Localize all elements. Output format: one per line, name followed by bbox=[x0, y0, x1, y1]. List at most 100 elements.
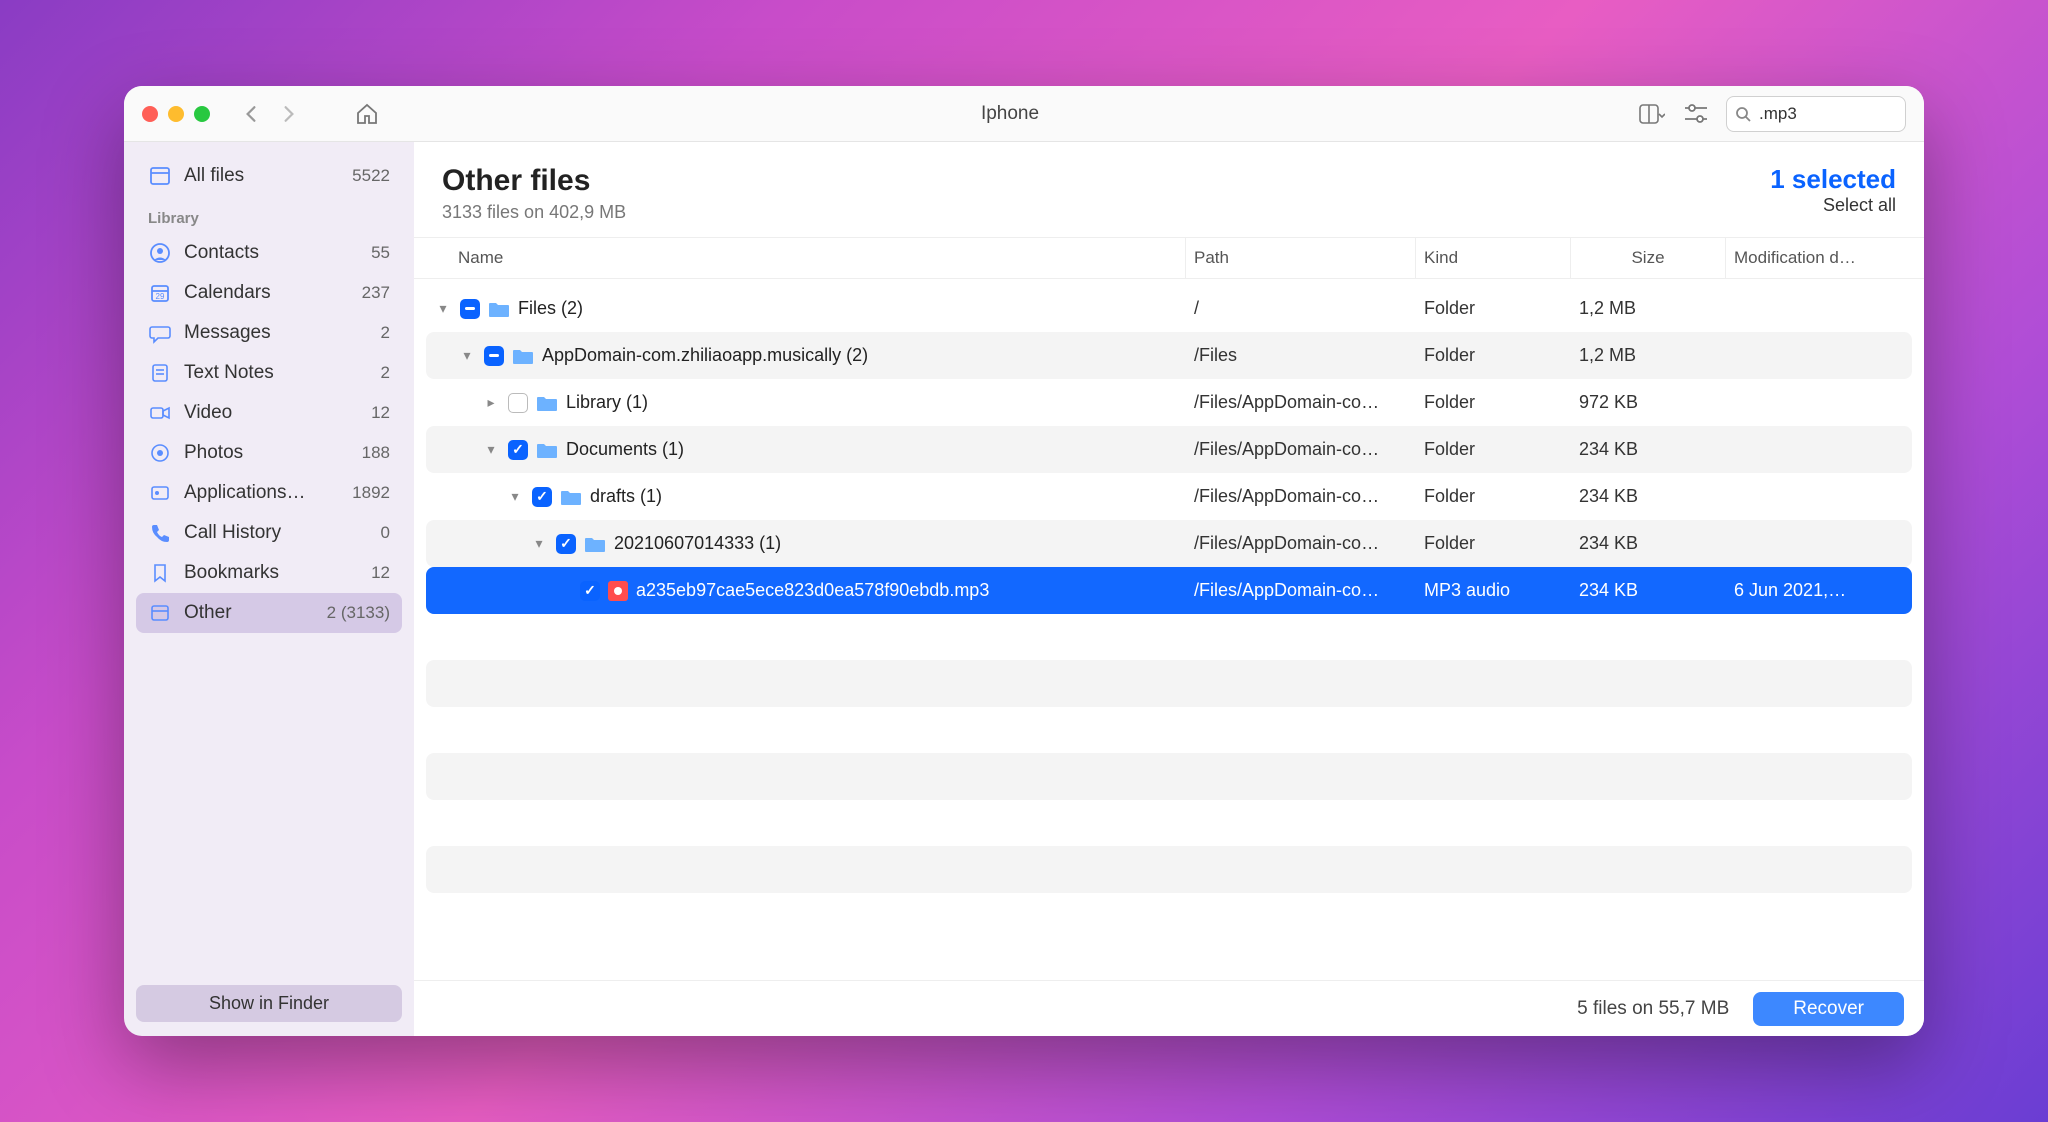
table-row[interactable]: ▾✓20210607014333 (1)/Files/AppDomain-co…… bbox=[426, 520, 1912, 567]
notes-icon bbox=[148, 361, 172, 385]
sidebar-item-label: Video bbox=[184, 402, 232, 424]
row-kind: Folder bbox=[1416, 345, 1571, 366]
table-row[interactable]: ▾Files (2)/Folder1,2 MB bbox=[426, 285, 1912, 332]
messages-icon bbox=[148, 321, 172, 345]
row-mod: 6 Jun 2021,… bbox=[1726, 580, 1886, 601]
sidebar-item-count: 2 (3133) bbox=[327, 603, 390, 623]
sidebar-item-count: 12 bbox=[371, 403, 390, 423]
row-checkbox[interactable] bbox=[508, 393, 528, 413]
table-row[interactable]: ▾ AppDomain-com.zhiliaoapp.musically (2) /… bbox=[426, 332, 1912, 379]
folder-icon bbox=[536, 394, 558, 412]
view-mode-button[interactable] bbox=[1638, 100, 1666, 128]
audio-file-icon bbox=[608, 581, 628, 601]
table-row[interactable]: ▸Library (1)/Files/AppDomain-co…Folder97… bbox=[426, 379, 1912, 426]
sidebar-item-calendars[interactable]: 29 Calendars 237 bbox=[136, 273, 402, 313]
forward-button[interactable] bbox=[274, 99, 304, 129]
row-checkbox[interactable] bbox=[460, 299, 480, 319]
sidebar-item-label: Messages bbox=[184, 322, 271, 344]
row-path: /Files/AppDomain-co… bbox=[1186, 533, 1416, 554]
contacts-icon bbox=[148, 241, 172, 265]
close-window-button[interactable] bbox=[142, 106, 158, 122]
chevron-down-icon[interactable]: ▾ bbox=[506, 488, 524, 505]
row-checkbox[interactable]: ✓ bbox=[508, 440, 528, 460]
sidebar-item-messages[interactable]: Messages 2 bbox=[136, 313, 402, 353]
sidebar-item-label: Other bbox=[184, 602, 232, 624]
folder-icon bbox=[512, 347, 534, 365]
page-title: Other files bbox=[442, 164, 626, 198]
row-path: /Files bbox=[1186, 345, 1416, 366]
row-checkbox[interactable]: ✓ bbox=[556, 534, 576, 554]
table-row[interactable]: ▾✓drafts (1)/Files/AppDomain-co…Folder23… bbox=[426, 473, 1912, 520]
row-name: Files (2) bbox=[518, 298, 583, 319]
chevron-right-icon[interactable]: ▸ bbox=[482, 394, 500, 411]
col-modification[interactable]: Modification d… bbox=[1726, 238, 1886, 278]
sidebar-item-label: Text Notes bbox=[184, 362, 274, 384]
select-all-button[interactable]: Select all bbox=[1770, 195, 1896, 216]
sidebar-item-count: 2 bbox=[381, 323, 390, 343]
footer: 5 files on 55,7 MB Recover bbox=[414, 980, 1924, 1036]
app-window: Iphone ✕ All files bbox=[124, 86, 1924, 1036]
sidebar-item-count: 237 bbox=[362, 283, 390, 303]
col-size[interactable]: Size bbox=[1571, 238, 1726, 278]
row-name: AppDomain-com.zhiliaoapp.musically (2) bbox=[542, 345, 868, 366]
sidebar-section-library: Library bbox=[136, 196, 402, 233]
sidebar-item-other[interactable]: Other 2 (3133) bbox=[136, 593, 402, 633]
sidebar-item-bookmarks[interactable]: Bookmarks 12 bbox=[136, 553, 402, 593]
row-path: /Files/AppDomain-co… bbox=[1186, 439, 1416, 460]
row-checkbox[interactable]: ✓ bbox=[532, 487, 552, 507]
phone-icon bbox=[148, 521, 172, 545]
sidebar-item-count: 55 bbox=[371, 243, 390, 263]
sidebar-item-all-files[interactable]: All files 5522 bbox=[136, 156, 402, 196]
back-button[interactable] bbox=[236, 99, 266, 129]
bookmark-icon bbox=[148, 561, 172, 585]
sidebar-item-video[interactable]: Video 12 bbox=[136, 393, 402, 433]
row-size: 234 KB bbox=[1571, 580, 1726, 601]
other-icon bbox=[148, 601, 172, 625]
sidebar-item-applications[interactable]: Applications… 1892 bbox=[136, 473, 402, 513]
chevron-down-icon[interactable]: ▾ bbox=[530, 535, 548, 552]
calendar-icon: 29 bbox=[148, 281, 172, 305]
recover-button[interactable]: Recover bbox=[1753, 992, 1904, 1026]
col-kind[interactable]: Kind bbox=[1416, 238, 1571, 278]
sidebar-item-label: Bookmarks bbox=[184, 562, 279, 584]
col-name[interactable]: Name bbox=[426, 238, 1186, 278]
sidebar-item-text-notes[interactable]: Text Notes 2 bbox=[136, 353, 402, 393]
row-kind: Folder bbox=[1416, 533, 1571, 554]
footer-stat: 5 files on 55,7 MB bbox=[1577, 998, 1729, 1020]
search-input[interactable] bbox=[1759, 104, 1924, 124]
maximize-window-button[interactable] bbox=[194, 106, 210, 122]
chevron-down-icon[interactable]: ▾ bbox=[434, 300, 452, 317]
minimize-window-button[interactable] bbox=[168, 106, 184, 122]
row-kind: MP3 audio bbox=[1416, 580, 1571, 601]
folder-icon bbox=[584, 535, 606, 553]
search-field[interactable]: ✕ bbox=[1726, 96, 1906, 132]
main-panel: Other files 3133 files on 402,9 MB 1 sel… bbox=[414, 142, 1924, 1036]
empty-row bbox=[426, 660, 1912, 707]
row-checkbox[interactable] bbox=[484, 346, 504, 366]
chevron-down-icon[interactable]: ▾ bbox=[458, 347, 476, 364]
sidebar-item-label: Call History bbox=[184, 522, 281, 544]
settings-icon[interactable] bbox=[1682, 100, 1710, 128]
sidebar-item-photos[interactable]: Photos 188 bbox=[136, 433, 402, 473]
chevron-down-icon[interactable]: ▾ bbox=[482, 441, 500, 458]
page-subtitle: 3133 files on 402,9 MB bbox=[442, 202, 626, 223]
video-icon bbox=[148, 401, 172, 425]
main-header: Other files 3133 files on 402,9 MB 1 sel… bbox=[414, 142, 1924, 237]
row-path: /Files/AppDomain-co… bbox=[1186, 486, 1416, 507]
row-size: 1,2 MB bbox=[1571, 298, 1726, 319]
row-kind: Folder bbox=[1416, 392, 1571, 413]
show-in-finder-button[interactable]: Show in Finder bbox=[136, 985, 402, 1022]
sidebar-item-count: 5522 bbox=[352, 166, 390, 186]
sidebar-item-contacts[interactable]: Contacts 55 bbox=[136, 233, 402, 273]
sidebar-item-call-history[interactable]: Call History 0 bbox=[136, 513, 402, 553]
col-path[interactable]: Path bbox=[1186, 238, 1416, 278]
home-button[interactable] bbox=[352, 99, 382, 129]
table-row[interactable]: ▾✓Documents (1)/Files/AppDomain-co…Folde… bbox=[426, 426, 1912, 473]
row-checkbox[interactable]: ✓ bbox=[580, 581, 600, 601]
table-row[interactable]: ✓a235eb97cae5ece823d0ea578f90ebdb.mp3/Fi… bbox=[426, 567, 1912, 614]
sidebar: All files 5522 Library Contacts 55 29 Ca… bbox=[124, 142, 414, 1036]
empty-row bbox=[426, 846, 1912, 893]
folder-icon bbox=[536, 441, 558, 459]
sidebar-item-count: 0 bbox=[381, 523, 390, 543]
photos-icon bbox=[148, 441, 172, 465]
